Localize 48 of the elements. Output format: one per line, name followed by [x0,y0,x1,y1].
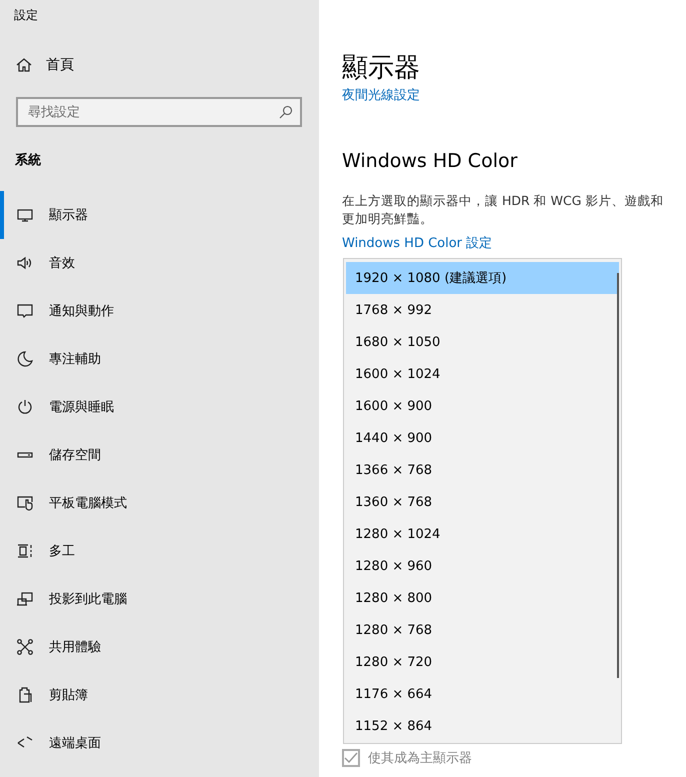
moon-icon [16,350,34,368]
resolution-option[interactable]: 1360 × 768 [346,486,615,518]
sidebar-item[interactable]: 儲存空間 [0,431,319,479]
sidebar-item[interactable]: 專注輔助 [0,335,319,383]
home-item[interactable]: 首頁 [0,29,319,77]
power-icon [16,398,34,416]
section-heading: 系統 [14,152,42,170]
tablet-icon [16,494,34,512]
resolution-option[interactable]: 1280 × 720 [346,646,615,678]
section-heading: Windows HD Color [342,150,518,172]
project-icon [16,590,34,608]
resolution-option[interactable]: 1600 × 900 [346,390,615,422]
night-light-link[interactable]: 夜間光線設定 [342,86,420,104]
resolution-option[interactable]: 1280 × 1024 [346,518,615,550]
sidebar-item[interactable]: 剪貼簿 [0,671,319,719]
search-icon [279,105,293,119]
resolution-option[interactable]: 1280 × 768 [346,614,615,646]
sidebar-item[interactable]: 投影到此電腦 [0,575,319,623]
speaker-icon [16,254,34,272]
search-field[interactable]: 尋找設定 [16,97,302,127]
scrollbar[interactable] [617,273,619,678]
resolution-option[interactable]: 1768 × 992 [346,294,615,326]
sidebar-item[interactable]: 電源與睡眠 [0,383,319,431]
resolution-option[interactable]: 1920 × 1080 (建議選項) [346,262,619,294]
multitask-icon [16,542,34,560]
sidebar-item[interactable]: 遠端桌面 [0,719,319,767]
resolution-option[interactable]: 1600 × 1024 [346,358,615,390]
sidebar-item[interactable]: 平板電腦模式 [0,479,319,527]
description-text: 更加明亮鮮豔。 [342,210,433,228]
sidebar-item[interactable]: 通知與動作 [0,287,319,335]
sidebar-item[interactable]: 多工 [0,527,319,575]
resolution-option[interactable]: 1280 × 960 [346,550,615,582]
resolution-option[interactable]: 1440 × 900 [346,422,615,454]
message-icon [16,302,34,320]
page-title: 顯示器 [342,52,421,85]
resolution-option[interactable]: 1152 × 864 [346,710,615,742]
check-icon [344,751,358,765]
window-title: 設定 [13,7,39,24]
resolution-option[interactable]: 1366 × 768 [346,454,615,486]
sidebar-item[interactable]: 共用體驗 [0,623,319,671]
sidebar-item[interactable]: 音效 [0,239,319,287]
resolution-option[interactable]: 1680 × 1050 [346,326,615,358]
description-text: 在上方選取的顯示器中，讓 HDR 和 WCG 影片、遊戲和 [342,192,664,210]
resolution-option[interactable]: 1176 × 664 [346,678,615,710]
home-icon [16,57,32,73]
hd-color-settings-link[interactable]: Windows HD Color 設定 [342,234,492,252]
share-icon [16,638,34,656]
resolution-option[interactable]: 1280 × 800 [346,582,615,614]
